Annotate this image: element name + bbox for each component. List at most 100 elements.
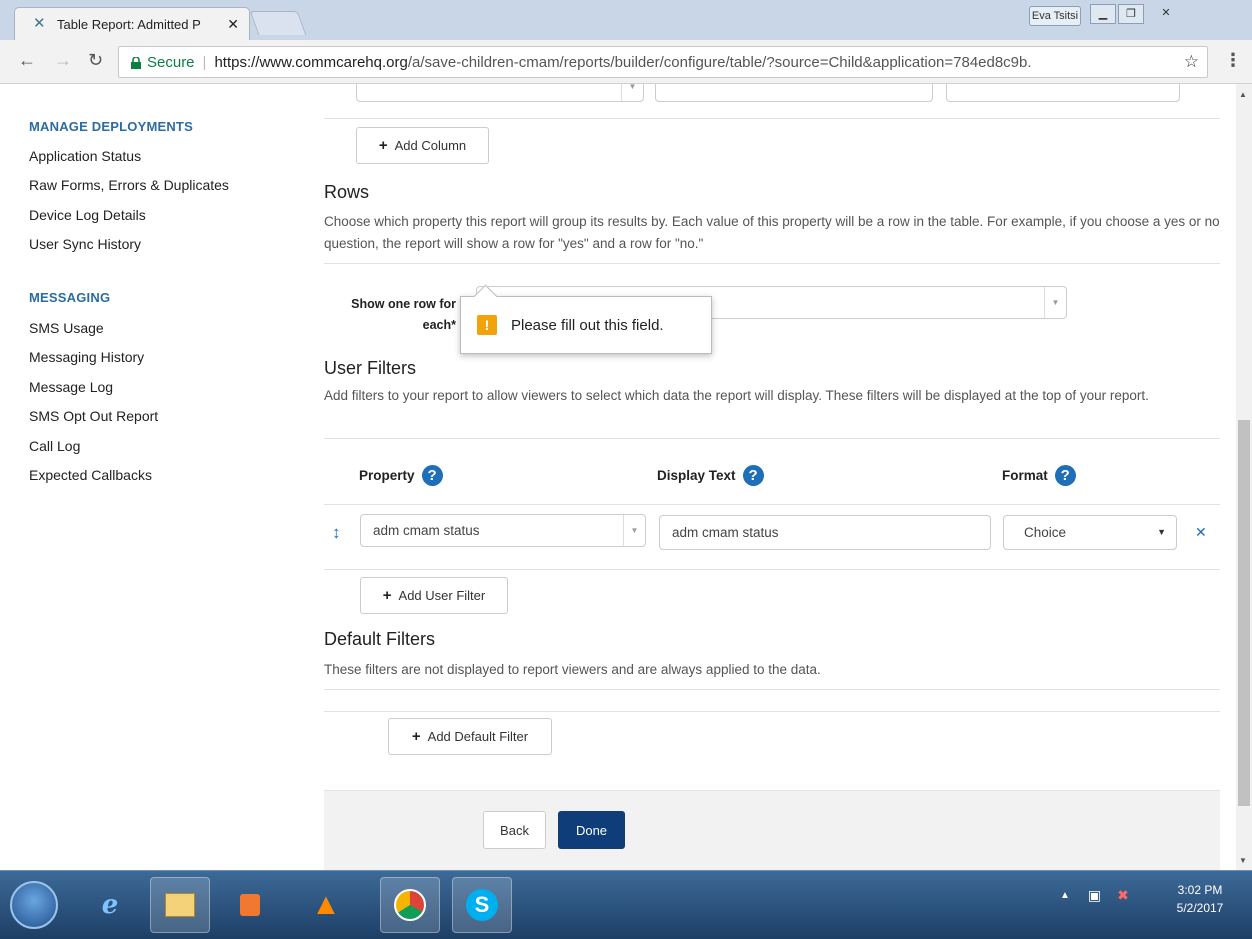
filter-format-select[interactable]: Choice ▼: [1003, 515, 1177, 550]
chrome-icon[interactable]: [380, 877, 440, 933]
show-hidden-icons-icon[interactable]: ▲: [1060, 890, 1070, 901]
sidebar-item-device-log[interactable]: Device Log Details: [29, 207, 146, 223]
window-controls: ▁ ❐ ✕: [1090, 4, 1188, 24]
chevron-down-icon: ▼: [623, 515, 645, 546]
sidebar-item-sms-opt-out[interactable]: SMS Opt Out Report: [29, 408, 158, 424]
scrollbar-thumb[interactable]: [1238, 420, 1250, 806]
form-actions-bar: Back Done: [324, 790, 1220, 870]
column-format-select[interactable]: [946, 84, 1180, 102]
reload-icon[interactable]: ↻: [88, 50, 103, 71]
add-default-filter-label: Add Default Filter: [427, 729, 529, 744]
vlc-icon[interactable]: ▲: [296, 877, 356, 933]
report-builder-form: ▼ + Add Column Rows Choose which property…: [312, 84, 1236, 870]
start-orb-icon[interactable]: [10, 881, 58, 929]
media-player-icon[interactable]: [220, 877, 280, 933]
sidebar-item-user-sync-history[interactable]: User Sync History: [29, 236, 141, 252]
sidebar-heading-messaging: MESSAGING: [29, 290, 111, 305]
chevron-down-icon: ▼: [621, 84, 643, 101]
chevron-down-icon: ▼: [1044, 287, 1066, 318]
plus-icon: +: [382, 587, 392, 604]
done-button[interactable]: Done: [558, 811, 625, 849]
clock-date: 5/2/2017: [1176, 901, 1224, 915]
remove-filter-icon[interactable]: ✕: [1195, 524, 1207, 541]
sidebar-item-raw-forms[interactable]: Raw Forms, Errors & Duplicates: [29, 177, 229, 193]
maximize-icon[interactable]: ❐: [1118, 4, 1144, 24]
system-tray: ▲ ▣ ✖: [1060, 887, 1129, 904]
filter-display-text-input[interactable]: adm cmam status: [659, 515, 991, 550]
divider: [324, 118, 1220, 119]
commcare-favicon-icon: ✕: [33, 15, 46, 32]
close-window-icon[interactable]: ✕: [1146, 4, 1186, 24]
filter-property-select[interactable]: adm cmam status ▼: [360, 514, 646, 547]
browser-tab-active[interactable]: ✕ Table Report: Admitted P ✕: [14, 7, 250, 40]
tab-close-icon[interactable]: ✕: [227, 16, 239, 33]
help-icon[interactable]: ?: [742, 465, 764, 486]
back-arrow-icon[interactable]: ←: [18, 50, 36, 71]
scroll-up-icon[interactable]: ▲: [1239, 90, 1247, 99]
divider: [324, 438, 1220, 439]
chevron-down-icon: ▼: [1157, 527, 1166, 537]
divider: [324, 711, 1220, 712]
internet-explorer-icon[interactable]: e: [80, 877, 140, 933]
windows-taskbar: e ▲ S ▲ ▣ ✖ 3:02 PM 5/2/2017: [0, 870, 1252, 939]
sidebar-item-call-log[interactable]: Call Log: [29, 438, 80, 454]
sidebar-item-application-status[interactable]: Application Status: [29, 148, 141, 164]
property-header-label: Property: [359, 468, 415, 483]
add-column-label: Add Column: [394, 138, 467, 153]
sidebar-item-sms-usage[interactable]: SMS Usage: [29, 320, 104, 336]
row-grouping-label: Show one row for each*: [351, 297, 456, 332]
address-bar[interactable]: Secure | https://www.commcarehq.org/a/sa…: [118, 46, 1208, 78]
column-display-text-input[interactable]: [655, 84, 933, 102]
scroll-down-icon[interactable]: ▼: [1239, 856, 1247, 865]
default-filters-heading: Default Filters: [324, 629, 436, 649]
back-button[interactable]: Back: [483, 811, 546, 849]
add-column-button[interactable]: + Add Column: [356, 127, 489, 164]
rows-heading: Rows: [324, 182, 370, 202]
sidebar-item-message-log[interactable]: Message Log: [29, 379, 113, 395]
plus-icon: +: [411, 728, 421, 745]
plus-icon: +: [378, 137, 388, 154]
column-property-select[interactable]: ▼: [356, 84, 644, 102]
user-filters-description: Add filters to your report to allow view…: [324, 388, 1149, 403]
add-user-filter-button[interactable]: + Add User Filter: [360, 577, 508, 614]
sidebar: MANAGE DEPLOYMENTS Application Status Ra…: [0, 84, 312, 870]
url-path: /a/save-children-cmam/reports/builder/co…: [407, 53, 1032, 71]
filter-format-value: Choice: [1024, 525, 1067, 540]
bookmark-star-icon[interactable]: ☆: [1179, 52, 1199, 72]
skype-icon[interactable]: S: [452, 877, 512, 933]
format-column-header: Format?: [1002, 465, 1076, 486]
taskbar-clock[interactable]: 3:02 PM 5/2/2017: [1160, 881, 1240, 917]
property-column-header: Property?: [359, 465, 443, 486]
format-header-label: Format: [1002, 468, 1048, 483]
kebab-menu-icon[interactable]: ⋮: [1224, 50, 1242, 71]
volume-muted-icon[interactable]: ✖: [1117, 887, 1129, 904]
tab-title: Table Report: Admitted P: [57, 16, 201, 32]
add-user-filter-label: Add User Filter: [398, 588, 486, 603]
rows-description: Choose which property this report will g…: [324, 214, 1220, 251]
filter-display-text-value: adm cmam status: [672, 525, 779, 540]
page-viewport: MANAGE DEPLOYMENTS Application Status Ra…: [0, 84, 1236, 870]
warning-icon: !: [477, 315, 497, 335]
network-icon[interactable]: ▣: [1088, 887, 1101, 904]
validation-tooltip: ! Please fill out this field.: [460, 296, 712, 354]
new-tab-button[interactable]: [249, 11, 307, 35]
sidebar-heading-manage-deployments: MANAGE DEPLOYMENTS: [29, 119, 193, 134]
sidebar-item-expected-callbacks[interactable]: Expected Callbacks: [29, 467, 152, 483]
minimize-icon[interactable]: ▁: [1090, 4, 1116, 24]
drag-handle-icon[interactable]: ↕: [332, 523, 341, 543]
sidebar-item-messaging-history[interactable]: Messaging History: [29, 349, 144, 365]
display-text-header-label: Display Text: [657, 468, 736, 483]
url-separator: |: [202, 53, 207, 71]
secure-label: Secure: [147, 53, 195, 71]
profile-name-button[interactable]: Eva Tsitsi: [1029, 6, 1081, 26]
file-explorer-icon[interactable]: [150, 877, 210, 933]
help-icon[interactable]: ?: [1054, 465, 1076, 486]
display-text-column-header: Display Text?: [657, 465, 764, 486]
forward-arrow-icon[interactable]: →: [54, 50, 72, 71]
help-icon[interactable]: ?: [421, 465, 443, 486]
divider: [324, 569, 1220, 570]
page-scrollbar[interactable]: ▲ ▼: [1236, 84, 1252, 870]
add-default-filter-button[interactable]: + Add Default Filter: [388, 718, 552, 755]
filter-property-value: adm cmam status: [373, 523, 480, 538]
divider: [324, 689, 1220, 690]
